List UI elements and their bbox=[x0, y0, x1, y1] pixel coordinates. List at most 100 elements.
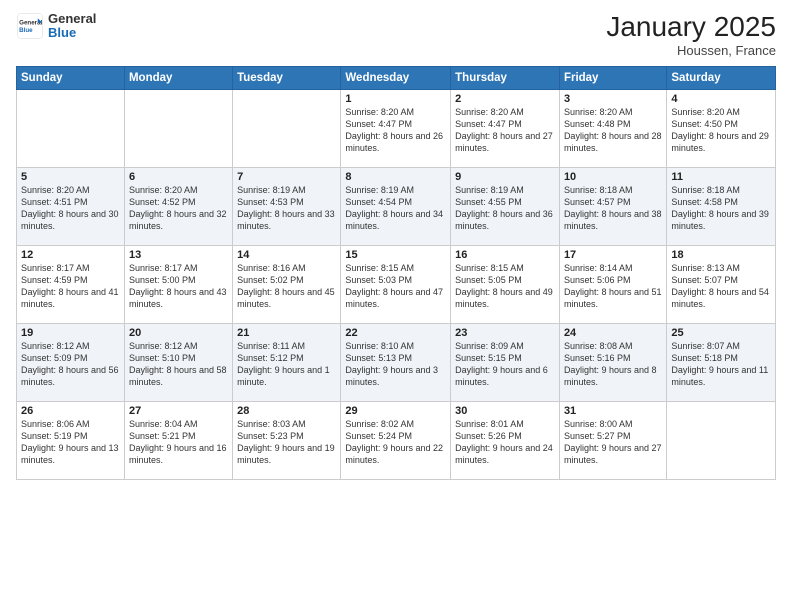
logo-general-text: General bbox=[48, 12, 96, 26]
day-cell-1-4: 9Sunrise: 8:19 AM Sunset: 4:55 PM Daylig… bbox=[451, 167, 560, 245]
page: General Blue General Blue January 2025 H… bbox=[0, 0, 792, 612]
month-title: January 2025 bbox=[606, 12, 776, 43]
day-info: Sunrise: 8:06 AM Sunset: 5:19 PM Dayligh… bbox=[21, 418, 120, 467]
col-tuesday: Tuesday bbox=[233, 66, 341, 89]
day-number: 6 bbox=[129, 171, 228, 183]
day-number: 24 bbox=[564, 327, 662, 339]
day-cell-3-5: 24Sunrise: 8:08 AM Sunset: 5:16 PM Dayli… bbox=[559, 323, 666, 401]
day-number: 3 bbox=[564, 93, 662, 105]
title-block: January 2025 Houssen, France bbox=[606, 12, 776, 58]
day-cell-1-5: 10Sunrise: 8:18 AM Sunset: 4:57 PM Dayli… bbox=[559, 167, 666, 245]
day-info: Sunrise: 8:14 AM Sunset: 5:06 PM Dayligh… bbox=[564, 262, 662, 311]
day-cell-1-2: 7Sunrise: 8:19 AM Sunset: 4:53 PM Daylig… bbox=[233, 167, 341, 245]
day-cell-3-2: 21Sunrise: 8:11 AM Sunset: 5:12 PM Dayli… bbox=[233, 323, 341, 401]
day-info: Sunrise: 8:09 AM Sunset: 5:15 PM Dayligh… bbox=[455, 340, 555, 389]
day-cell-0-2 bbox=[233, 89, 341, 167]
day-number: 17 bbox=[564, 249, 662, 261]
day-info: Sunrise: 8:19 AM Sunset: 4:54 PM Dayligh… bbox=[345, 184, 446, 233]
day-info: Sunrise: 8:13 AM Sunset: 5:07 PM Dayligh… bbox=[671, 262, 771, 311]
day-cell-4-6 bbox=[667, 401, 776, 479]
day-cell-4-3: 29Sunrise: 8:02 AM Sunset: 5:24 PM Dayli… bbox=[341, 401, 451, 479]
day-info: Sunrise: 8:03 AM Sunset: 5:23 PM Dayligh… bbox=[237, 418, 336, 467]
day-cell-0-6: 4Sunrise: 8:20 AM Sunset: 4:50 PM Daylig… bbox=[667, 89, 776, 167]
day-number: 12 bbox=[21, 249, 120, 261]
day-cell-2-1: 13Sunrise: 8:17 AM Sunset: 5:00 PM Dayli… bbox=[124, 245, 232, 323]
day-info: Sunrise: 8:12 AM Sunset: 5:09 PM Dayligh… bbox=[21, 340, 120, 389]
day-cell-3-6: 25Sunrise: 8:07 AM Sunset: 5:18 PM Dayli… bbox=[667, 323, 776, 401]
day-info: Sunrise: 8:20 AM Sunset: 4:47 PM Dayligh… bbox=[455, 106, 555, 155]
day-cell-2-3: 15Sunrise: 8:15 AM Sunset: 5:03 PM Dayli… bbox=[341, 245, 451, 323]
day-cell-3-0: 19Sunrise: 8:12 AM Sunset: 5:09 PM Dayli… bbox=[17, 323, 125, 401]
day-number: 25 bbox=[671, 327, 771, 339]
col-saturday: Saturday bbox=[667, 66, 776, 89]
day-number: 9 bbox=[455, 171, 555, 183]
day-cell-2-5: 17Sunrise: 8:14 AM Sunset: 5:06 PM Dayli… bbox=[559, 245, 666, 323]
day-info: Sunrise: 8:19 AM Sunset: 4:55 PM Dayligh… bbox=[455, 184, 555, 233]
day-number: 13 bbox=[129, 249, 228, 261]
day-number: 1 bbox=[345, 93, 446, 105]
day-number: 14 bbox=[237, 249, 336, 261]
day-cell-2-0: 12Sunrise: 8:17 AM Sunset: 4:59 PM Dayli… bbox=[17, 245, 125, 323]
week-row-2: 5Sunrise: 8:20 AM Sunset: 4:51 PM Daylig… bbox=[17, 167, 776, 245]
col-thursday: Thursday bbox=[451, 66, 560, 89]
day-info: Sunrise: 8:16 AM Sunset: 5:02 PM Dayligh… bbox=[237, 262, 336, 311]
day-info: Sunrise: 8:07 AM Sunset: 5:18 PM Dayligh… bbox=[671, 340, 771, 389]
day-cell-1-6: 11Sunrise: 8:18 AM Sunset: 4:58 PM Dayli… bbox=[667, 167, 776, 245]
day-number: 29 bbox=[345, 405, 446, 417]
day-info: Sunrise: 8:20 AM Sunset: 4:47 PM Dayligh… bbox=[345, 106, 446, 155]
day-number: 20 bbox=[129, 327, 228, 339]
day-info: Sunrise: 8:11 AM Sunset: 5:12 PM Dayligh… bbox=[237, 340, 336, 389]
day-number: 16 bbox=[455, 249, 555, 261]
day-info: Sunrise: 8:20 AM Sunset: 4:48 PM Dayligh… bbox=[564, 106, 662, 155]
day-info: Sunrise: 8:20 AM Sunset: 4:50 PM Dayligh… bbox=[671, 106, 771, 155]
day-number: 18 bbox=[671, 249, 771, 261]
col-sunday: Sunday bbox=[17, 66, 125, 89]
logo-icon: General Blue bbox=[16, 12, 44, 40]
day-info: Sunrise: 8:00 AM Sunset: 5:27 PM Dayligh… bbox=[564, 418, 662, 467]
day-number: 5 bbox=[21, 171, 120, 183]
day-info: Sunrise: 8:12 AM Sunset: 5:10 PM Dayligh… bbox=[129, 340, 228, 389]
col-friday: Friday bbox=[559, 66, 666, 89]
day-cell-2-6: 18Sunrise: 8:13 AM Sunset: 5:07 PM Dayli… bbox=[667, 245, 776, 323]
day-number: 23 bbox=[455, 327, 555, 339]
day-cell-2-4: 16Sunrise: 8:15 AM Sunset: 5:05 PM Dayli… bbox=[451, 245, 560, 323]
week-row-4: 19Sunrise: 8:12 AM Sunset: 5:09 PM Dayli… bbox=[17, 323, 776, 401]
day-number: 26 bbox=[21, 405, 120, 417]
day-number: 4 bbox=[671, 93, 771, 105]
location: Houssen, France bbox=[606, 43, 776, 58]
day-info: Sunrise: 8:15 AM Sunset: 5:03 PM Dayligh… bbox=[345, 262, 446, 311]
logo-blue-text: Blue bbox=[48, 26, 96, 40]
day-cell-4-2: 28Sunrise: 8:03 AM Sunset: 5:23 PM Dayli… bbox=[233, 401, 341, 479]
day-cell-0-3: 1Sunrise: 8:20 AM Sunset: 4:47 PM Daylig… bbox=[341, 89, 451, 167]
week-row-3: 12Sunrise: 8:17 AM Sunset: 4:59 PM Dayli… bbox=[17, 245, 776, 323]
day-cell-4-1: 27Sunrise: 8:04 AM Sunset: 5:21 PM Dayli… bbox=[124, 401, 232, 479]
day-number: 8 bbox=[345, 171, 446, 183]
day-info: Sunrise: 8:20 AM Sunset: 4:51 PM Dayligh… bbox=[21, 184, 120, 233]
day-cell-2-2: 14Sunrise: 8:16 AM Sunset: 5:02 PM Dayli… bbox=[233, 245, 341, 323]
day-number: 15 bbox=[345, 249, 446, 261]
calendar-table: Sunday Monday Tuesday Wednesday Thursday… bbox=[16, 66, 776, 480]
day-cell-4-5: 31Sunrise: 8:00 AM Sunset: 5:27 PM Dayli… bbox=[559, 401, 666, 479]
day-cell-0-5: 3Sunrise: 8:20 AM Sunset: 4:48 PM Daylig… bbox=[559, 89, 666, 167]
day-info: Sunrise: 8:08 AM Sunset: 5:16 PM Dayligh… bbox=[564, 340, 662, 389]
day-cell-1-0: 5Sunrise: 8:20 AM Sunset: 4:51 PM Daylig… bbox=[17, 167, 125, 245]
day-info: Sunrise: 8:18 AM Sunset: 4:58 PM Dayligh… bbox=[671, 184, 771, 233]
day-number: 31 bbox=[564, 405, 662, 417]
day-number: 11 bbox=[671, 171, 771, 183]
weekday-header-row: Sunday Monday Tuesday Wednesday Thursday… bbox=[17, 66, 776, 89]
svg-text:Blue: Blue bbox=[19, 28, 33, 35]
day-cell-3-1: 20Sunrise: 8:12 AM Sunset: 5:10 PM Dayli… bbox=[124, 323, 232, 401]
day-info: Sunrise: 8:19 AM Sunset: 4:53 PM Dayligh… bbox=[237, 184, 336, 233]
day-cell-0-1 bbox=[124, 89, 232, 167]
day-info: Sunrise: 8:17 AM Sunset: 4:59 PM Dayligh… bbox=[21, 262, 120, 311]
day-info: Sunrise: 8:10 AM Sunset: 5:13 PM Dayligh… bbox=[345, 340, 446, 389]
day-info: Sunrise: 8:15 AM Sunset: 5:05 PM Dayligh… bbox=[455, 262, 555, 311]
day-number: 19 bbox=[21, 327, 120, 339]
day-info: Sunrise: 8:04 AM Sunset: 5:21 PM Dayligh… bbox=[129, 418, 228, 467]
logo: General Blue General Blue bbox=[16, 12, 96, 41]
day-cell-4-4: 30Sunrise: 8:01 AM Sunset: 5:26 PM Dayli… bbox=[451, 401, 560, 479]
week-row-1: 1Sunrise: 8:20 AM Sunset: 4:47 PM Daylig… bbox=[17, 89, 776, 167]
day-number: 10 bbox=[564, 171, 662, 183]
day-number: 22 bbox=[345, 327, 446, 339]
day-cell-0-4: 2Sunrise: 8:20 AM Sunset: 4:47 PM Daylig… bbox=[451, 89, 560, 167]
